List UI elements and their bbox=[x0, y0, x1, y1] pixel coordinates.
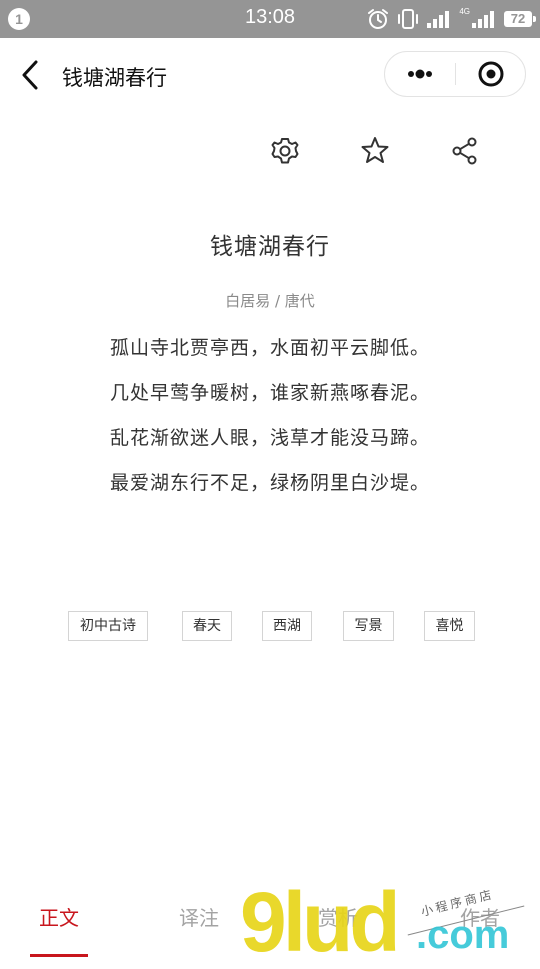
share-button[interactable] bbox=[448, 134, 482, 168]
vibrate-icon bbox=[398, 9, 419, 29]
tab-main-text[interactable]: 正文 bbox=[9, 902, 109, 931]
tab-translation[interactable]: 译注 bbox=[149, 902, 249, 931]
status-icons: 4G 72 bbox=[367, 6, 536, 32]
alarm-icon bbox=[368, 9, 389, 29]
status-bar: 1 13:08 4G 72 bbox=[0, 0, 540, 38]
poem-body: 孤山寺北贾亭西，水面初平云脚低。 几处早莺争暖树，谁家新燕啄春泥。 乱花渐欲迷人… bbox=[0, 333, 540, 513]
battery-icon: 72 bbox=[504, 11, 536, 27]
tag-chip[interactable]: 写景 bbox=[343, 611, 394, 641]
bottom-tab-bar: 正文 译注 赏析 作者 bbox=[0, 888, 540, 960]
settings-button[interactable] bbox=[268, 134, 302, 168]
poem-title: 钱塘湖春行 bbox=[210, 234, 330, 260]
tag-chip[interactable]: 西湖 bbox=[262, 611, 312, 641]
tag-chip[interactable]: 初中古诗 bbox=[68, 611, 148, 641]
more-button[interactable] bbox=[385, 52, 455, 96]
gear-icon bbox=[271, 138, 299, 164]
signal-icon bbox=[472, 11, 494, 28]
poem-line: 孤山寺北贾亭西，水面初平云脚低。 bbox=[109, 337, 430, 359]
network-type-label: 4G bbox=[459, 6, 470, 16]
back-button[interactable] bbox=[14, 56, 48, 94]
tag-chip[interactable]: 喜悦 bbox=[424, 611, 475, 641]
nav-title: 钱塘湖春行 bbox=[62, 66, 167, 90]
chevron-left-icon bbox=[22, 60, 38, 90]
target-icon bbox=[478, 61, 504, 87]
favorite-button[interactable] bbox=[358, 134, 392, 168]
active-tab-indicator bbox=[30, 954, 88, 957]
close-button[interactable] bbox=[455, 52, 525, 96]
poem-line: 几处早莺争暖树，谁家新燕啄春泥。 bbox=[109, 382, 430, 404]
capsule-menu bbox=[384, 51, 526, 97]
poem-line: 乱花渐欲迷人眼，浅草才能没马蹄。 bbox=[109, 427, 430, 449]
nav-bar: 钱塘湖春行 bbox=[0, 38, 540, 112]
signal-icon bbox=[427, 11, 450, 28]
poem-line: 最爱湖东行不足，绿杨阴里白沙堤。 bbox=[109, 472, 430, 494]
tag-chip[interactable]: 春天 bbox=[182, 611, 232, 641]
tab-appreciation[interactable]: 赏析 bbox=[288, 902, 388, 931]
star-icon bbox=[361, 137, 389, 163]
share-icon bbox=[452, 137, 477, 165]
more-dots-icon bbox=[408, 69, 432, 79]
poem-author: 白居易 / 唐代 bbox=[225, 292, 315, 310]
tab-author[interactable]: 作者 bbox=[430, 902, 530, 931]
